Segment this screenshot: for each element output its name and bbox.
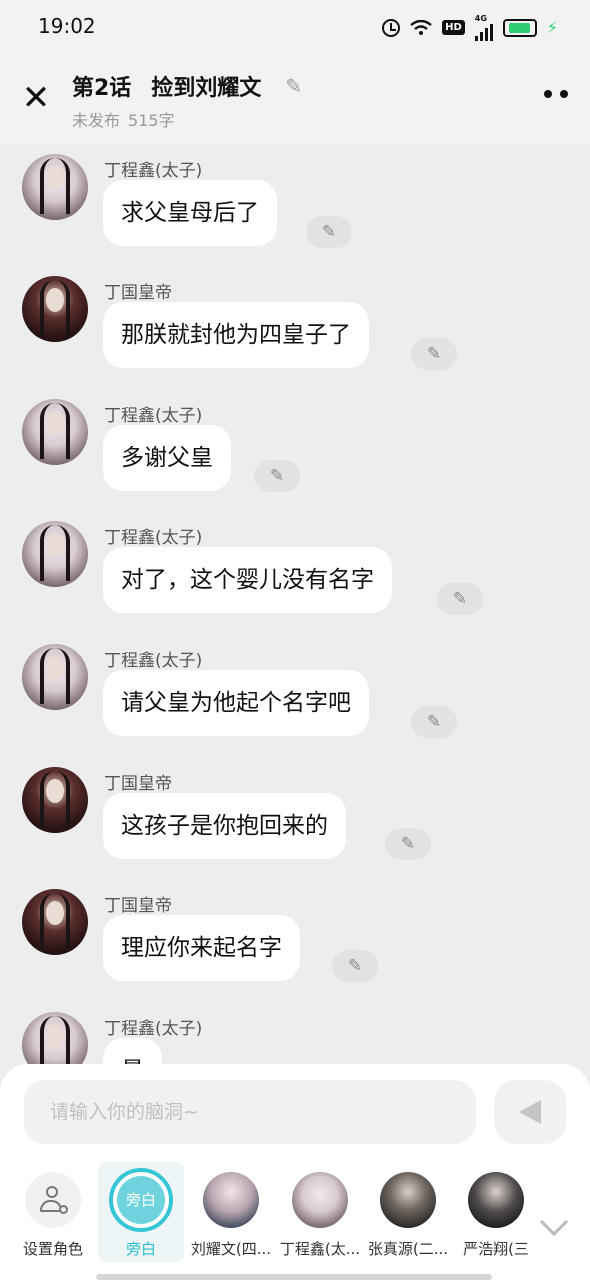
charging-icon: ⚡ — [546, 18, 558, 37]
chat-list[interactable]: 丁程鑫(太子) 求父皇母后了 ✎ 丁国皇帝 那朕就封他为四皇子了 ✎ 丁程鑫(太… — [0, 144, 590, 1064]
cellular-icon: 4G — [474, 14, 493, 41]
send-button[interactable] — [494, 1080, 566, 1144]
role-character[interactable]: 丁程鑫(太... — [277, 1162, 363, 1262]
episode-status: 未发布 515字 — [72, 107, 175, 131]
role-label: 旁白 — [125, 1240, 156, 1258]
composer-panel: 设置角色 旁白 旁白 刘耀文(四... 丁程鑫(太... 张真源(二... 严浩… — [0, 1064, 590, 1280]
message-input[interactable] — [24, 1080, 476, 1144]
role-character[interactable]: 严浩翔(三 — [453, 1162, 539, 1262]
person-settings-icon — [25, 1172, 81, 1228]
avatar[interactable] — [22, 889, 88, 955]
sender-name: 丁程鑫(太子) — [104, 651, 203, 671]
edit-message-icon[interactable]: ✎ — [411, 706, 457, 738]
more-options-button[interactable] — [544, 90, 568, 98]
avatar[interactable] — [22, 1012, 88, 1064]
edit-message-icon[interactable]: ✎ — [437, 583, 483, 615]
status-time: 19:02 — [38, 14, 96, 38]
avatar — [380, 1172, 436, 1228]
role-character[interactable]: 刘耀文(四... — [188, 1162, 274, 1262]
role-label: 丁程鑫(太... — [279, 1240, 361, 1258]
avatar[interactable] — [22, 399, 88, 465]
sender-name: 丁国皇帝 — [104, 774, 172, 794]
avatar[interactable] — [22, 154, 88, 220]
edit-message-icon[interactable]: ✎ — [306, 216, 352, 248]
sender-name: 丁国皇帝 — [104, 283, 172, 303]
role-selector: 设置角色 旁白 旁白 刘耀文(四... 丁程鑫(太... 张真源(二... 严浩… — [0, 1162, 590, 1262]
narrator-avatar: 旁白 — [109, 1168, 173, 1232]
message-bubble[interactable]: 多谢父皇 — [103, 425, 231, 491]
message-bubble[interactable]: 理应你来起名字 — [103, 915, 300, 981]
message-bubble[interactable]: 请父皇为他起个名字吧 — [103, 670, 369, 736]
message-bubble[interactable]: 最 — [103, 1038, 162, 1064]
edit-message-icon[interactable]: ✎ — [332, 950, 378, 982]
avatar[interactable] — [22, 767, 88, 833]
role-label: 张真源(二... — [367, 1240, 449, 1258]
edit-message-icon[interactable]: ✎ — [254, 460, 300, 492]
sender-name: 丁程鑫(太子) — [104, 406, 203, 426]
episode-number: 第2话 — [72, 76, 132, 101]
edit-message-icon[interactable]: ✎ — [385, 828, 431, 860]
message-bubble[interactable]: 对了，这个婴儿没有名字 — [103, 547, 392, 613]
avatar[interactable] — [22, 276, 88, 342]
wifi-icon — [410, 19, 432, 36]
role-setting-button[interactable]: 设置角色 — [10, 1162, 96, 1262]
home-indicator — [96, 1274, 492, 1280]
avatar — [468, 1172, 524, 1228]
hd-icon: HD — [442, 20, 465, 35]
message-bubble[interactable]: 那朕就封他为四皇子了 — [103, 302, 369, 368]
message-bubble[interactable]: 这孩子是你抱回来的 — [103, 793, 346, 859]
avatar — [292, 1172, 348, 1228]
edit-message-icon[interactable]: ✎ — [411, 338, 457, 370]
sender-name: 丁程鑫(太子) — [104, 528, 203, 548]
title-row: 第2话 捡到刘耀文 ✎ — [72, 70, 302, 102]
role-label: 严浩翔(三 — [463, 1240, 529, 1258]
status-bar: 19:02 HD 4G ⚡ — [0, 0, 590, 52]
avatar[interactable] — [22, 644, 88, 710]
header: ✕ 第2话 捡到刘耀文 ✎ 未发布 515字 — [0, 52, 590, 144]
role-label: 刘耀文(四... — [190, 1240, 272, 1258]
edit-title-icon[interactable]: ✎ — [285, 74, 302, 98]
sender-name: 丁程鑫(太子) — [104, 1019, 203, 1039]
send-icon — [519, 1100, 541, 1124]
avatar — [203, 1172, 259, 1228]
episode-title: 捡到刘耀文 — [151, 76, 262, 101]
role-character[interactable]: 张真源(二... — [365, 1162, 451, 1262]
word-count: 515字 — [128, 111, 175, 130]
avatar[interactable] — [22, 521, 88, 587]
close-button[interactable]: ✕ — [20, 81, 52, 115]
sender-name: 丁国皇帝 — [104, 896, 172, 916]
chevron-down-icon[interactable] — [539, 1207, 569, 1237]
narrator-avatar-text: 旁白 — [117, 1176, 165, 1224]
message-bubble[interactable]: 求父皇母后了 — [103, 180, 277, 246]
alarm-icon — [382, 18, 401, 37]
battery-icon — [502, 18, 537, 37]
role-narrator[interactable]: 旁白 旁白 — [98, 1162, 184, 1262]
sender-name: 丁程鑫(太子) — [104, 161, 203, 181]
network-type: 4G — [474, 14, 487, 23]
battery-level — [509, 22, 531, 33]
publish-status: 未发布 — [72, 111, 121, 130]
role-label: 设置角色 — [22, 1240, 83, 1258]
status-icons: HD 4G ⚡ — [382, 14, 558, 41]
